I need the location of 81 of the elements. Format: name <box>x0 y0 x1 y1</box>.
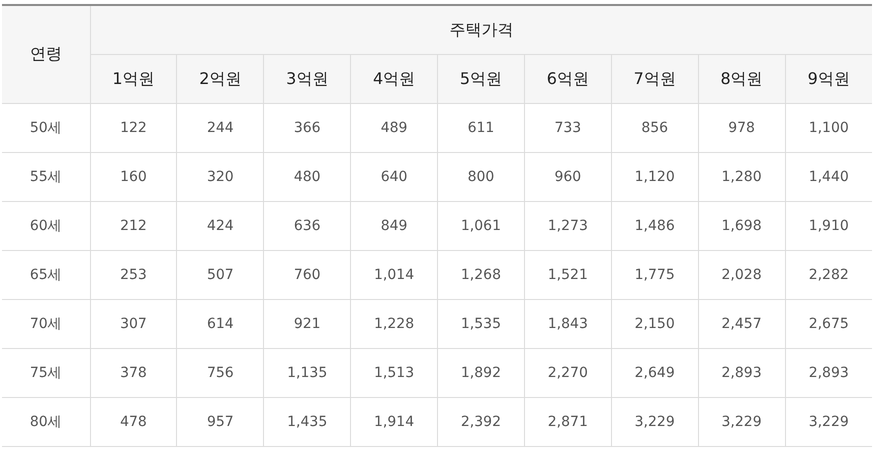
column-header: 5억원 <box>438 54 524 104</box>
table-cell: 424 <box>176 202 264 250</box>
table-cell: 1,513 <box>350 348 438 398</box>
table-cell: 1,100 <box>785 104 872 152</box>
table-cell: 1,486 <box>611 202 698 250</box>
table-cell: 307 <box>90 300 177 348</box>
table-cell: 253 <box>90 250 177 300</box>
table-cell: 2,675 <box>785 300 872 348</box>
table-cell: 122 <box>90 104 177 152</box>
table-cell: 800 <box>438 152 524 202</box>
table-cell: 849 <box>350 202 438 250</box>
table-cell: 2,392 <box>438 398 524 446</box>
table-cell: 921 <box>264 300 351 348</box>
table-cell: 2,893 <box>785 348 872 398</box>
table-cell: 378 <box>90 348 177 398</box>
table-cell: 320 <box>176 152 264 202</box>
table-cell: 2,457 <box>698 300 785 348</box>
column-header: 9억원 <box>785 54 872 104</box>
table-cell: 3,229 <box>698 398 785 446</box>
table-cell: 2,893 <box>698 348 785 398</box>
table-cell: 1,280 <box>698 152 785 202</box>
table-cell: 1,535 <box>438 300 524 348</box>
table-cell: 1,910 <box>785 202 872 250</box>
table-cell: 160 <box>90 152 177 202</box>
column-header: 2억원 <box>176 54 264 104</box>
column-header: 주택가격 <box>90 5 872 54</box>
table-cell: 212 <box>90 202 177 250</box>
table-cell: 1,268 <box>438 250 524 300</box>
table-cell: 2,282 <box>785 250 872 300</box>
table-cell: 978 <box>698 104 785 152</box>
row-header: 70세 <box>2 300 90 348</box>
row-header: 80세 <box>2 398 90 446</box>
table-cell: 1,273 <box>524 202 612 250</box>
column-header: 6억원 <box>524 54 612 104</box>
table-cell: 756 <box>176 348 264 398</box>
row-header: 65세 <box>2 250 90 300</box>
table-cell: 480 <box>264 152 351 202</box>
column-header: 3억원 <box>264 54 351 104</box>
table-cell: 2,150 <box>611 300 698 348</box>
table-cell: 366 <box>264 104 351 152</box>
table-cell: 3,229 <box>611 398 698 446</box>
table-cell: 760 <box>264 250 351 300</box>
table-cell: 733 <box>524 104 612 152</box>
column-header: 연령 <box>2 5 90 104</box>
column-header: 8억원 <box>698 54 785 104</box>
table-cell: 1,014 <box>350 250 438 300</box>
table-cell: 1,698 <box>698 202 785 250</box>
column-header: 1억원 <box>90 54 177 104</box>
table-cell: 614 <box>176 300 264 348</box>
table-cell: 2,270 <box>524 348 612 398</box>
table-cell: 640 <box>350 152 438 202</box>
table-cell: 1,061 <box>438 202 524 250</box>
table-cell: 1,914 <box>350 398 438 446</box>
row-header: 55세 <box>2 152 90 202</box>
table-cell: 1,775 <box>611 250 698 300</box>
table-cell: 1,120 <box>611 152 698 202</box>
table-cell: 2,649 <box>611 348 698 398</box>
row-header: 60세 <box>2 202 90 250</box>
table-cell: 244 <box>176 104 264 152</box>
table-cell: 1,135 <box>264 348 351 398</box>
table-cell: 957 <box>176 398 264 446</box>
table-cell: 1,435 <box>264 398 351 446</box>
table-cell: 478 <box>90 398 177 446</box>
row-header: 75세 <box>2 348 90 398</box>
table-cell: 2,028 <box>698 250 785 300</box>
column-header: 7억원 <box>611 54 698 104</box>
column-header: 4억원 <box>350 54 438 104</box>
table-cell: 1,521 <box>524 250 612 300</box>
table-cell: 1,228 <box>350 300 438 348</box>
table-cell: 856 <box>611 104 698 152</box>
table-cell: 489 <box>350 104 438 152</box>
table-cell: 1,440 <box>785 152 872 202</box>
table-cell: 960 <box>524 152 612 202</box>
table-cell: 1,892 <box>438 348 524 398</box>
row-header: 50세 <box>2 104 90 152</box>
table-cell: 2,871 <box>524 398 612 446</box>
table-cell: 1,843 <box>524 300 612 348</box>
table-cell: 507 <box>176 250 264 300</box>
table-cell: 3,229 <box>785 398 872 446</box>
table-cell: 636 <box>264 202 351 250</box>
table-cell: 611 <box>438 104 524 152</box>
